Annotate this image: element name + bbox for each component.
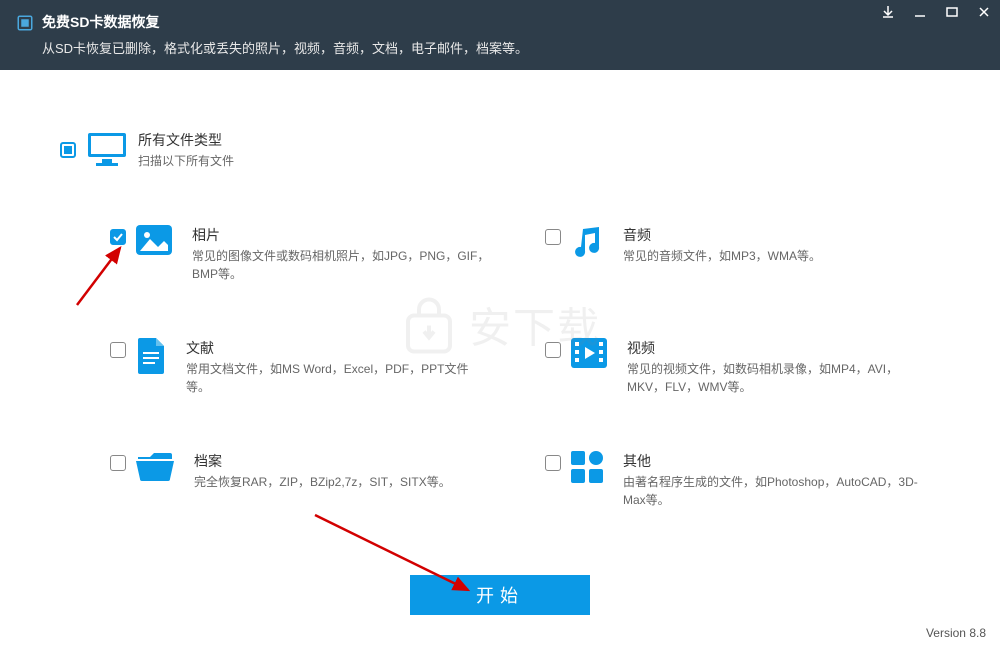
minimize-button[interactable] (904, 0, 936, 24)
other-desc: 由著名程序生成的文件，如Photoshop，AutoCAD，3D-Max等。 (623, 473, 923, 509)
close-button[interactable] (968, 0, 1000, 24)
photo-desc: 常见的图像文件或数码相机照片，如JPG，PNG，GIF，BMP等。 (192, 247, 492, 283)
document-icon (136, 338, 166, 374)
photo-icon (136, 225, 172, 255)
type-photo: 相片 常见的图像文件或数码相机照片，如JPG，PNG，GIF，BMP等。 (110, 225, 505, 283)
film-icon (571, 338, 607, 368)
maximize-button[interactable] (936, 0, 968, 24)
video-checkbox[interactable] (545, 342, 561, 358)
grid-icon (571, 451, 603, 483)
document-checkbox[interactable] (110, 342, 126, 358)
folder-icon (136, 451, 174, 481)
all-types-desc: 扫描以下所有文件 (138, 152, 234, 170)
all-types-row: 所有文件类型 扫描以下所有文件 (60, 130, 940, 170)
titlebar-texts: 免费SD卡数据恢复 从SD卡恢复已删除，格式化或丢失的照片，视频，音频，文档，电… (42, 12, 528, 57)
file-types-grid: 相片 常见的图像文件或数码相机照片，如JPG，PNG，GIF，BMP等。 音频 … (60, 225, 940, 509)
video-desc: 常见的视频文件，如数码相机录像，如MP4，AVI，MKV，FLV，WMV等。 (627, 360, 927, 396)
titlebar: 免费SD卡数据恢复 从SD卡恢复已删除，格式化或丢失的照片，视频，音频，文档，电… (0, 0, 1000, 70)
archive-title: 档案 (194, 451, 451, 471)
audio-checkbox[interactable] (545, 229, 561, 245)
document-desc: 常用文档文件，如MS Word，Excel，PDF，PPT文件等。 (186, 360, 486, 396)
archive-desc: 完全恢复RAR，ZIP，BZip2,7z，SIT，SITX等。 (194, 473, 451, 491)
monitor-icon (86, 131, 128, 169)
all-types-title: 所有文件类型 (138, 130, 234, 150)
type-other: 其他 由著名程序生成的文件，如Photoshop，AutoCAD，3D-Max等… (545, 451, 940, 509)
type-document: 文献 常用文档文件，如MS Word，Excel，PDF，PPT文件等。 (110, 338, 505, 396)
audio-desc: 常见的音频文件，如MP3，WMA等。 (623, 247, 821, 265)
main-content: 所有文件类型 扫描以下所有文件 相片 常见的图像文件或数码相机照片，如JPG，P… (0, 70, 1000, 509)
download-button[interactable] (872, 0, 904, 24)
type-audio: 音频 常见的音频文件，如MP3，WMA等。 (545, 225, 940, 283)
start-button-label: 开始 (476, 582, 524, 608)
type-archive: 档案 完全恢复RAR，ZIP，BZip2,7z，SIT，SITX等。 (110, 451, 505, 509)
document-title: 文献 (186, 338, 486, 358)
audio-title: 音频 (623, 225, 821, 245)
photo-checkbox[interactable] (110, 229, 126, 245)
version-label: Version 8.8 (926, 626, 986, 640)
type-video: 视频 常见的视频文件，如数码相机录像，如MP4，AVI，MKV，FLV，WMV等… (545, 338, 940, 396)
video-title: 视频 (627, 338, 927, 358)
all-types-checkbox[interactable] (60, 142, 76, 158)
window-controls (872, 0, 1000, 24)
photo-title: 相片 (192, 225, 492, 245)
app-title: 免费SD卡数据恢复 (42, 12, 528, 32)
music-icon (571, 225, 603, 259)
other-title: 其他 (623, 451, 923, 471)
other-checkbox[interactable] (545, 455, 561, 471)
app-subtitle: 从SD卡恢复已删除，格式化或丢失的照片，视频，音频，文档，电子邮件，档案等。 (42, 38, 528, 57)
start-button[interactable]: 开始 (410, 575, 590, 615)
archive-checkbox[interactable] (110, 455, 126, 471)
app-icon (16, 14, 34, 32)
